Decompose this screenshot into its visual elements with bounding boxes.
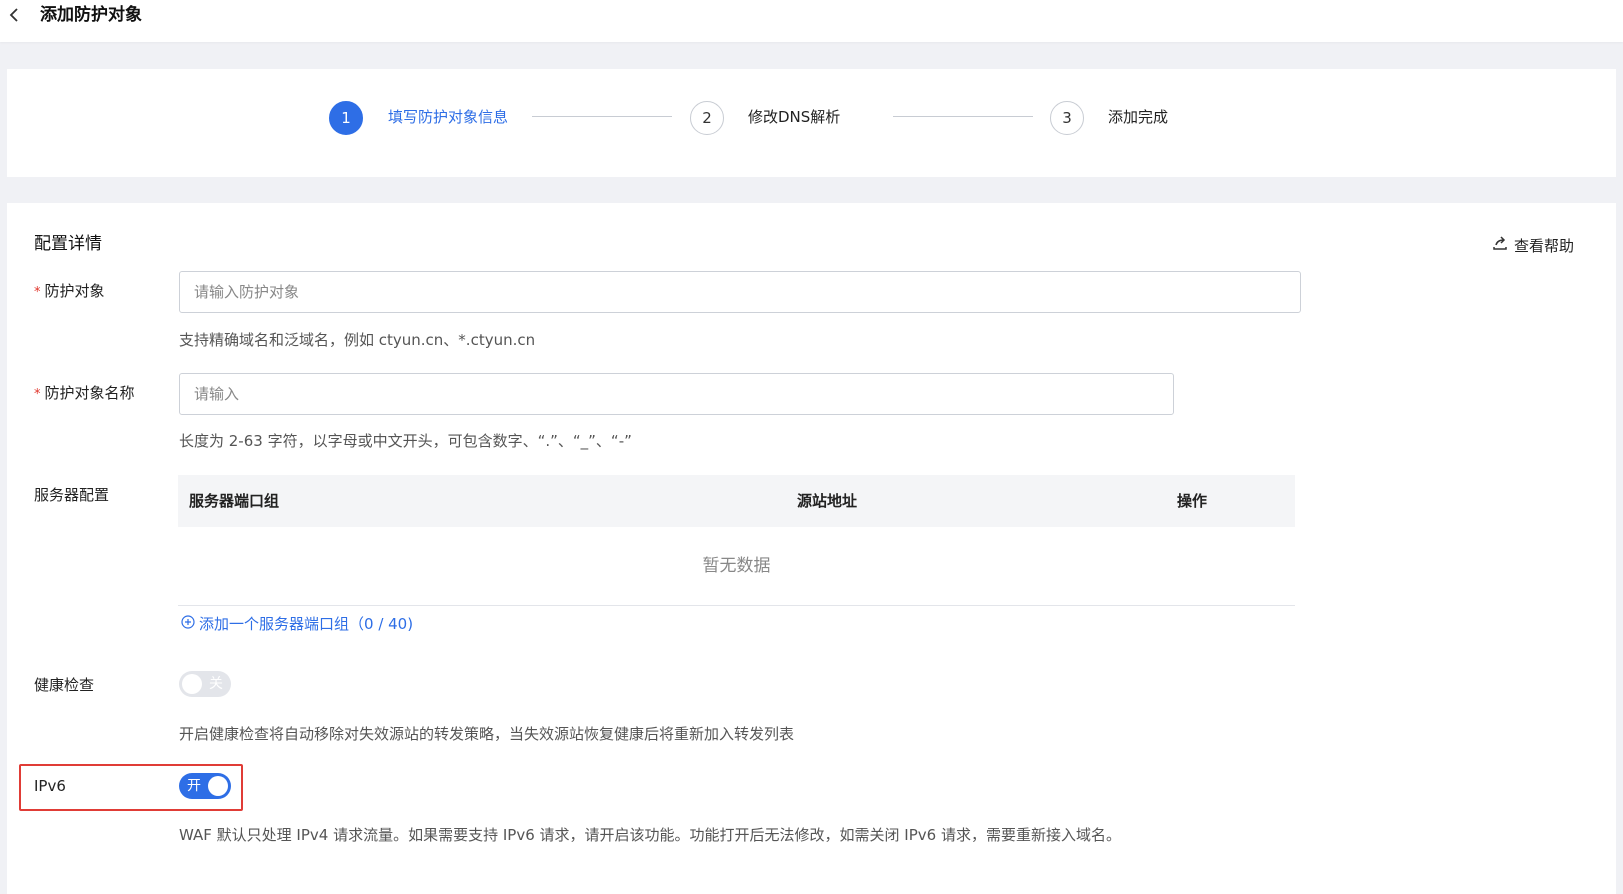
target-hint: 支持精确域名和泛域名，例如 ctyun.cn、*.ctyun.cn (179, 331, 536, 349)
step-1-circle: 1 (329, 101, 363, 135)
step-3-circle: 3 (1050, 101, 1084, 135)
required-marker: * (34, 285, 41, 300)
server-config-label: 服务器配置 (34, 486, 110, 504)
empty-text: 暂无数据 (702, 556, 771, 576)
back-icon[interactable] (4, 4, 26, 26)
target-name-hint: 长度为 2-63 字符，以字母或中文开头，可包含数字、“.”、“_”、“-” (179, 432, 632, 450)
required-marker: * (34, 387, 41, 402)
step-2-label: 修改DNS解析 (748, 108, 841, 126)
target-label: * 防护对象 (34, 282, 105, 300)
column-header-actions: 操作 (1177, 492, 1208, 510)
toggle-knob (182, 674, 202, 694)
target-input[interactable] (179, 271, 1301, 313)
column-header-port-group: 服务器端口组 (189, 492, 280, 510)
step-3-label: 添加完成 (1108, 108, 1169, 126)
server-table-empty: 暂无数据 (178, 527, 1295, 606)
health-check-hint: 开启健康检查将自动移除对失效源站的转发策略，当失效源站恢复健康后将重新加入转发列… (179, 725, 795, 743)
add-port-group-link[interactable]: 添加一个服务器端口组（0 / 40) (181, 614, 413, 634)
target-name-input[interactable] (179, 373, 1174, 415)
step-connector-2 (893, 116, 1033, 117)
step-1-label: 填写防护对象信息 (388, 108, 509, 126)
help-link[interactable]: 查看帮助 (1492, 235, 1574, 256)
target-name-label: * 防护对象名称 (34, 384, 135, 402)
column-header-origin-address: 源站地址 (797, 492, 858, 510)
ipv6-highlight-box (19, 764, 243, 811)
page-title: 添加防护对象 (40, 5, 142, 25)
plus-circle-icon (181, 614, 195, 634)
share-icon (1492, 235, 1508, 256)
server-table-header: 服务器端口组 源站地址 操作 (178, 475, 1295, 527)
top-bar: 添加防护对象 (0, 0, 1623, 42)
health-check-label: 健康检查 (34, 676, 95, 694)
toggle-text: 关 (209, 676, 223, 692)
help-label: 查看帮助 (1514, 236, 1575, 255)
step-connector-1 (532, 116, 672, 117)
config-form-card: 配置详情 查看帮助 *防护对象 支持精确域名和泛域名，例如 ctyun.cn、*… (7, 203, 1616, 894)
add-port-group-label: 添加一个服务器端口组（0 / 40) (199, 615, 414, 633)
steps-card: 1 填写防护对象信息 2 修改DNS解析 3 添加完成 (7, 69, 1616, 177)
health-check-toggle[interactable]: 关 (179, 671, 231, 697)
step-2-circle: 2 (690, 101, 724, 135)
section-title: 配置详情 (34, 234, 102, 254)
ipv6-hint: WAF 默认只处理 IPv4 请求流量。如果需要支持 IPv6 请求，请开启该功… (179, 826, 1121, 844)
